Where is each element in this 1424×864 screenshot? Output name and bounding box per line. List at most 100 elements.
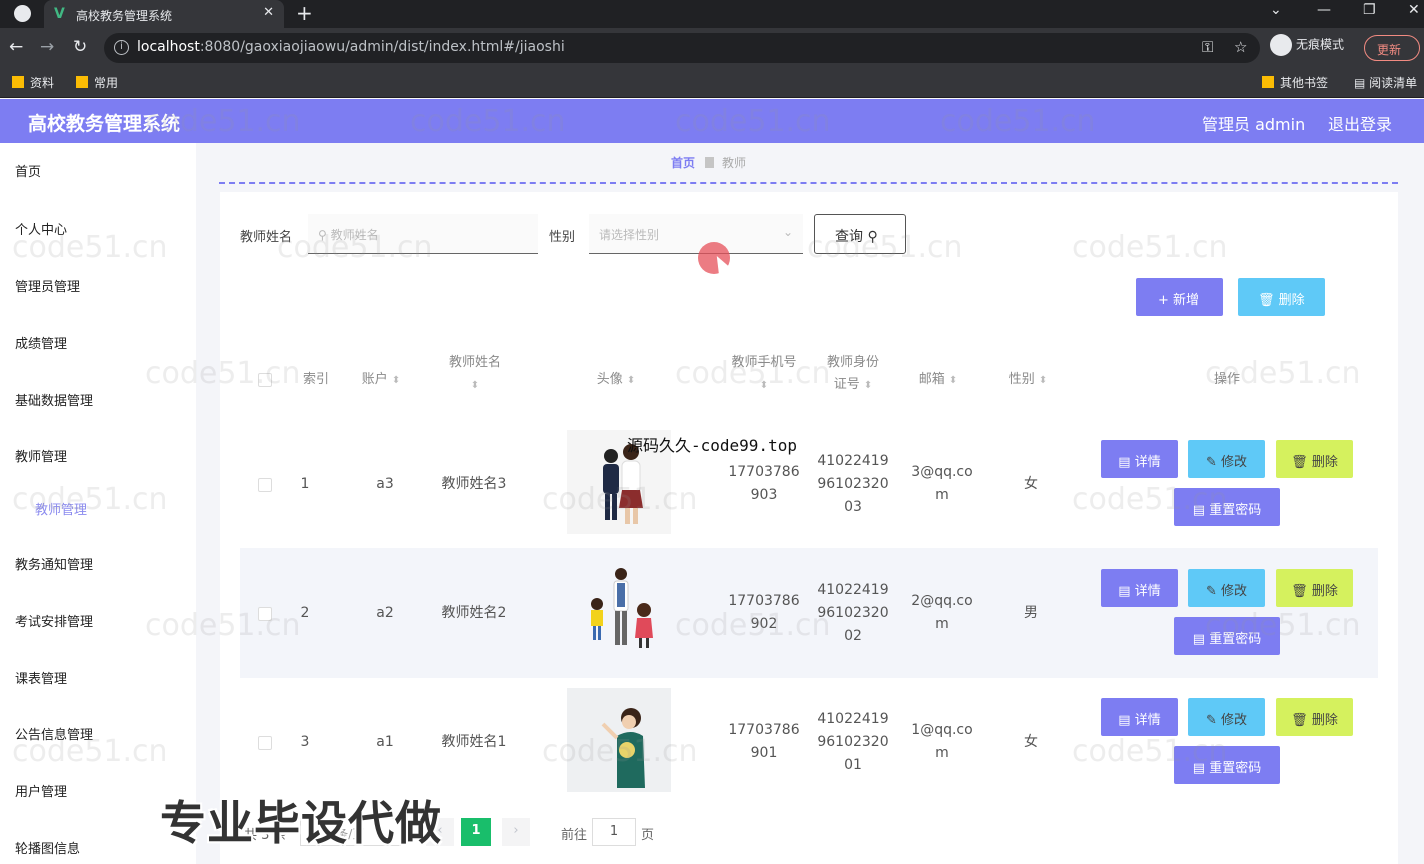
teacher-name-input[interactable]: ⚲ 教师姓名 [308, 214, 538, 254]
header-actions: 操作 [1213, 372, 1240, 387]
header-account[interactable]: 账户 ⬍ [354, 369, 408, 392]
row-email-line: 1@qq.co [911, 722, 973, 738]
delete-button[interactable]: 🗑 删除 [1276, 569, 1353, 607]
header-idcard[interactable]: 教师身份证号 ⬍ [821, 352, 885, 397]
teacher-avatar-image[interactable] [567, 558, 671, 662]
sort-icon[interactable]: ⬍ [949, 375, 957, 386]
goto-page-input[interactable]: 1 [592, 818, 636, 846]
trash-icon: 🗑 [1291, 713, 1312, 728]
back-icon[interactable]: ← [9, 37, 23, 57]
teacher-avatar-image[interactable] [567, 688, 671, 792]
header-email[interactable]: 邮箱 ⬍ [910, 369, 966, 392]
omnibox[interactable]: i localhost:8080/gaoxiaojiaowu/admin/dis… [104, 33, 1260, 63]
sort-icon[interactable]: ⬍ [627, 375, 635, 386]
new-tab-button[interactable]: + [296, 1, 313, 25]
incognito-label: 无痕模式 [1296, 37, 1345, 52]
sidebar-subitem-teachers[interactable]: 教师管理 [35, 499, 87, 518]
edit-button[interactable]: ✎ 修改 [1188, 569, 1265, 607]
sidebar-item-admins[interactable]: 管理员管理 [15, 276, 80, 295]
query-button[interactable]: 查询 ⚲ [814, 214, 906, 254]
avatar-illustration [591, 568, 653, 648]
tab-close-icon[interactable]: ✕ [263, 5, 274, 20]
browser-tab-strip: V 高校教务管理系统 ✕ + ⌄ — ❐ ✕ [0, 0, 1424, 28]
edit-button[interactable]: ✎ 修改 [1188, 440, 1265, 478]
reading-list[interactable]: ▤ 阅读清单 [1354, 74, 1417, 91]
header-account-label: 账户 [361, 372, 388, 387]
sidebar-item-base-data[interactable]: 基础数据管理 [15, 390, 93, 409]
incognito-indicator[interactable]: 无痕模式 [1270, 34, 1344, 56]
select-all-checkbox[interactable] [258, 373, 272, 387]
next-page-button[interactable]: › [502, 818, 530, 846]
header-name[interactable]: 教师姓名 ⬍ [440, 352, 510, 397]
sort-icon[interactable]: ⬍ [471, 380, 479, 391]
browser-tab[interactable]: V 高校教务管理系统 ✕ [44, 0, 284, 28]
key-icon[interactable]: ⚿ [1202, 38, 1213, 56]
reload-icon[interactable]: ↻ [73, 37, 87, 57]
row-checkbox[interactable] [258, 736, 272, 750]
vue-logo-icon: V [54, 6, 65, 22]
header-avatar[interactable]: 头像 ⬍ [588, 369, 644, 392]
chevron-down-icon: ⌄ [782, 225, 793, 239]
row-checkbox[interactable] [258, 607, 272, 621]
header-phone[interactable]: 教师手机号 ⬍ [731, 352, 797, 397]
reset-password-button[interactable]: ▤ 重置密码 [1174, 617, 1280, 655]
sidebar-item-schedule[interactable]: 课表管理 [15, 668, 67, 687]
row-idcard-line: 01 [844, 757, 862, 773]
tab-search-icon[interactable]: ⌄ [1270, 2, 1282, 18]
header-index: 索引 [302, 372, 329, 387]
gender-label: 性别 [549, 230, 576, 245]
reading-list-icon: ▤ [1354, 76, 1370, 90]
row-email: 2@qq.co m [902, 590, 982, 636]
sidebar-item-notices[interactable]: 教务通知管理 [15, 554, 93, 573]
sidebar-item-teachers[interactable]: 教师管理 [15, 446, 67, 465]
bookmarks-bar: 资料 常用 其他书签 ▤ 阅读清单 [0, 68, 1424, 98]
header-gender[interactable]: 性别 ⬍ [1000, 369, 1056, 392]
sort-icon[interactable]: ⬍ [760, 380, 768, 391]
bookmark-folder-1[interactable]: 资料 [12, 74, 54, 91]
detail-button[interactable]: ▤ 详情 [1101, 698, 1178, 736]
page-number-current[interactable]: 1 [461, 818, 491, 846]
batch-delete-label: 删除 [1278, 293, 1305, 308]
delete-button[interactable]: 🗑 删除 [1276, 440, 1353, 478]
sidebar-item-users[interactable]: 用户管理 [15, 781, 67, 800]
gender-select[interactable]: 请选择性别 ⌄ [589, 214, 803, 254]
row-checkbox[interactable] [258, 478, 272, 492]
add-button[interactable]: + 新增 [1136, 278, 1223, 316]
sort-icon[interactable]: ⬍ [1039, 375, 1047, 386]
sidebar-item-grades[interactable]: 成绩管理 [15, 333, 67, 352]
sidebar-item-exams[interactable]: 考试安排管理 [15, 611, 93, 630]
bookmark-label: 常用 [94, 76, 119, 90]
site-info-icon[interactable]: i [114, 40, 129, 55]
batch-delete-button[interactable]: 🗑 删除 [1238, 278, 1325, 316]
row-idcard-line: 41022419 [817, 453, 889, 469]
sidebar-item-profile[interactable]: 个人中心 [15, 219, 67, 238]
incognito-icon [1270, 34, 1292, 56]
other-bookmarks[interactable]: 其他书签 [1262, 74, 1328, 91]
edit-label: 修改 [1221, 455, 1248, 470]
row-gender: 女 [1024, 476, 1038, 492]
edit-button[interactable]: ✎ 修改 [1188, 698, 1265, 736]
bookmark-folder-2[interactable]: 常用 [76, 74, 118, 91]
close-window-icon[interactable]: ✕ [1408, 2, 1420, 18]
sidebar-item-home[interactable]: 首页 [15, 161, 41, 180]
breadcrumb-home[interactable]: 首页 [671, 156, 695, 170]
search-icon: ⚲ [863, 229, 878, 245]
reset-password-button[interactable]: ▤ 重置密码 [1174, 488, 1280, 526]
sidebar-item-carousel[interactable]: 轮播图信息 [15, 838, 80, 857]
sidebar-item-announcements[interactable]: 公告信息管理 [15, 724, 93, 743]
delete-button[interactable]: 🗑 删除 [1276, 698, 1353, 736]
update-button[interactable]: 更新 [1364, 35, 1420, 61]
detail-button[interactable]: ▤ 详情 [1101, 440, 1178, 478]
sort-icon[interactable]: ⬍ [864, 380, 872, 391]
reset-password-button[interactable]: ▤ 重置密码 [1174, 746, 1280, 784]
restore-icon[interactable]: ❐ [1363, 2, 1376, 18]
logout-link[interactable]: 退出登录 [1328, 111, 1392, 135]
minimize-icon[interactable]: — [1317, 2, 1331, 18]
edit-icon: ✎ [1205, 455, 1221, 470]
browser-menu-icon[interactable] [14, 5, 31, 22]
forward-icon[interactable]: → [40, 37, 54, 57]
row-index: 3 [300, 734, 310, 750]
bookmark-star-icon[interactable]: ☆ [1234, 38, 1247, 56]
detail-button[interactable]: ▤ 详情 [1101, 569, 1178, 607]
sort-icon[interactable]: ⬍ [392, 375, 400, 386]
